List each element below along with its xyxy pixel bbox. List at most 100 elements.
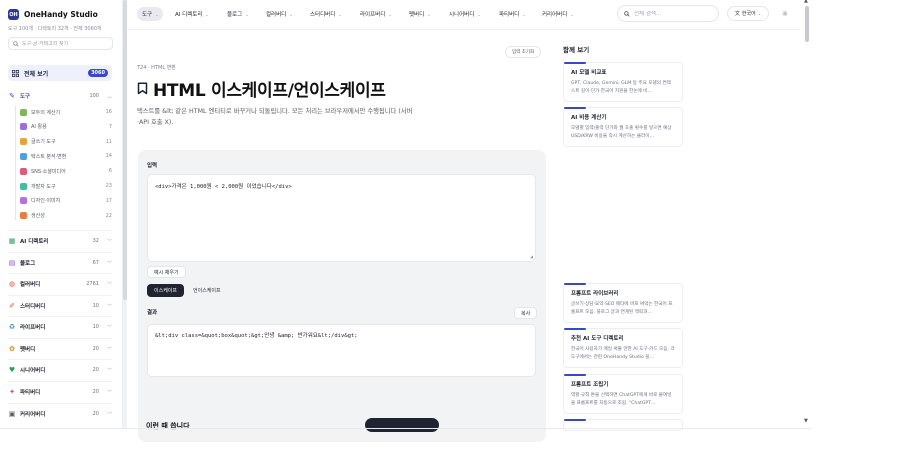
escape-mode-button[interactable]: 이스케이프 (147, 284, 185, 297)
related-card[interactable]: AI 모델 비교표 GPT, Claude, Gemini, GLM 등 주요 모… (563, 62, 683, 102)
card-description: 모델별 입력/출력 단가와 월 호출 횟수를 넣으면 예상 USD/KRW 비용… (571, 126, 672, 139)
sidebar-search[interactable] (8, 37, 113, 50)
nav-item-4[interactable]: 스터디버디 ⌄ (305, 7, 347, 21)
bookmark-icon[interactable] (137, 82, 148, 95)
brand[interactable]: OH OneHandy Studio (8, 9, 98, 20)
usage-section: 이런 때 씁니다 (138, 412, 546, 442)
sidebar-subitem-count: 11 (105, 138, 112, 145)
nav-item-label: 블로그 (227, 12, 243, 18)
sidebar-category-9[interactable]: ▣ 커리어버디 20 ﹀ (8, 408, 112, 420)
chevron-down-icon[interactable]: ﹀ (107, 389, 112, 396)
chevron-down-icon[interactable]: ﹀ (107, 260, 112, 267)
heart-icon: ♥ (8, 366, 16, 374)
sidebar-subitem-0[interactable]: 모두의 계산기 16 (20, 106, 112, 118)
nav-item-9[interactable]: 커리어버디 ⌄ (537, 7, 579, 21)
sidebar-category-1[interactable]: ▦ AI 디렉토리 32 ﹀ (8, 235, 112, 247)
global-search-input[interactable] (634, 10, 714, 17)
chevron-down-icon[interactable]: ﹀ (107, 303, 112, 310)
scroll-down-arrow-icon[interactable]: ▼ (804, 418, 808, 424)
chevron-down-icon: ⌄ (427, 11, 431, 17)
sidebar-category-4[interactable]: ✐ 스터디버디 10 ﹀ (8, 300, 112, 312)
sidebar-category-count: 2761 (86, 281, 99, 287)
chevron-up-icon[interactable]: ︿ (107, 93, 112, 100)
tool-panel: 입력 <div>가격은 1,000원 < 2,000원 이었습니다</div> ◢… (138, 150, 546, 427)
sidebar-category-label: 커리어버디 (20, 412, 46, 418)
sidebar-subitem-count: 22 (105, 212, 112, 219)
related-card-partial[interactable] (563, 419, 683, 431)
nav-item-6[interactable]: 펫버디 ⌄ (404, 7, 436, 21)
usage-section-title: 이런 때 씁니다 (146, 422, 190, 430)
sidebar-category-3[interactable]: ◍ 컬러버디 2761 ﹀ (8, 278, 112, 290)
search-icon (624, 10, 630, 17)
sidebar-subitem-2[interactable]: 글쓰기 도구 11 (20, 136, 112, 148)
copy-button[interactable]: 복사 (514, 307, 538, 319)
reset-input-button[interactable]: 입력 초기화 (505, 46, 542, 58)
chevron-down-icon[interactable]: ﹀ (107, 238, 112, 245)
sidebar-category-label: 시니어버디 (20, 368, 46, 374)
sidebar-scrollbar-thumb[interactable] (123, 0, 127, 300)
related-card[interactable]: AI 비용 계산기 모델별 입력/출력 단가와 월 호출 횟수를 넣으면 예상 U… (563, 107, 683, 147)
sidebar-category-2[interactable]: ▤ 블로그 67 ﹀ (8, 257, 112, 269)
card-accent-bar (564, 328, 586, 330)
sidebar-category-6[interactable]: ✿ 펫버디 20 ﹀ (8, 343, 112, 355)
sidebar-subitem-label: 디자인·이미지 (31, 198, 61, 205)
sidebar-subitem-4[interactable]: SNS·소셜미디어 6 (20, 165, 112, 177)
page-scrollbar[interactable]: ▲ ▼ (803, 0, 811, 428)
chevron-down-icon[interactable]: ﹀ (107, 346, 112, 353)
global-search[interactable] (617, 5, 719, 22)
category-color-icon (20, 138, 27, 146)
input-label: 입력 (147, 163, 158, 169)
nav-item-5[interactable]: 라이프버디 ⌄ (355, 7, 397, 21)
sidebar-subitem-7[interactable]: 생산성 22 (20, 210, 112, 222)
nav-item-8[interactable]: 파티버디 ⌄ (494, 7, 531, 21)
chevron-down-icon[interactable]: ﹀ (107, 411, 112, 418)
related-card[interactable]: 프롬프트 라이브러리글쓰기·상담·요약·SEO 메타에 바로 써먹는 한국어 프… (563, 283, 683, 323)
theme-toggle-sun-icon[interactable]: ☼ (778, 7, 792, 21)
chevron-down-icon: ⌄ (289, 11, 293, 17)
sidebar-subitem-5[interactable]: 개발자 도구 23 (20, 180, 112, 192)
card-title: 프롬프트 라이브러리 (571, 291, 619, 297)
sidebar-subitem-6[interactable]: 디자인·이미지 17 (20, 195, 112, 207)
nav-item-2[interactable]: 블로그 ⌄ (222, 7, 254, 21)
sidebar-subitem-1[interactable]: AI 활용 7 (20, 121, 112, 133)
sidebar-category-count: 20 (92, 367, 99, 373)
related-card[interactable]: 추천 AI 도구 디렉토리 한국어 사용자가 매일 써볼 만한 AI 도구·카드 … (563, 328, 683, 368)
category-color-icon (20, 123, 27, 131)
result-output[interactable]: &lt;div class=&quot;box&quot;&gt;안녕 &amp… (147, 324, 536, 377)
sidebar-category-7[interactable]: ♥ 시니어버디 20 ﹀ (8, 364, 112, 376)
nav-item-label: 도구 (142, 12, 153, 18)
card-description: 글쓰기·상담·요약·SEO 메타에 바로 써먹는 한국어 프롬프트 모음. 블로… (571, 302, 673, 315)
chevron-down-icon[interactable]: ﹀ (107, 324, 112, 331)
nav-item-7[interactable]: 시니어버디 ⌄ (444, 7, 486, 21)
nav-item-3[interactable]: 컬러버디 ⌄ (261, 7, 298, 21)
sidebar-category-0[interactable]: ✎ 도구 100 ︿ (8, 90, 112, 102)
related-column: 함께 보기 AI 모델 비교표 GPT, Claude, Gemini, GLM … (563, 30, 685, 431)
nav-item-1[interactable]: AI 디렉토리 ⌄ (170, 7, 214, 21)
sidebar-scrollbar[interactable] (123, 0, 127, 428)
sidebar-search-input[interactable] (22, 40, 112, 47)
related-card[interactable]: 프롬프트 조립기 역할·규칙·톤을 선택하면 ChatGPT에게 바로 붙여넣을 … (563, 374, 683, 414)
chevron-down-icon[interactable]: ﹀ (107, 367, 112, 374)
life-icon: ♻ (8, 323, 16, 331)
brand-name: OneHandy Studio (24, 10, 98, 19)
unescape-mode-button[interactable]: 언이스케이프 (186, 284, 228, 297)
all-view-item[interactable]: 전체 보기 3060 (8, 65, 112, 81)
page-scrollbar-thumb[interactable] (805, 6, 809, 42)
sidebar-category-5[interactable]: ♻ 라이프버디 10 ﹀ (8, 321, 112, 333)
category-color-icon (20, 152, 27, 160)
floating-pill[interactable] (365, 418, 439, 432)
sidebar: OH OneHandy Studio 도구 100개 · 디렉토리 32개 · … (0, 0, 123, 428)
category-color-icon (20, 182, 27, 190)
language-select[interactable]: 文 한국어 ⌄ (727, 6, 769, 21)
chevron-down-icon: ⌄ (757, 11, 762, 16)
grid-icon: ▦ (8, 237, 16, 245)
scroll-up-arrow-icon[interactable]: ▲ (804, 0, 808, 4)
fill-sample-button[interactable]: 예시 채우기 (147, 266, 186, 278)
input-textarea[interactable]: <div>가격은 1,000원 < 2,000원 이었습니다</div> ◢ (147, 174, 536, 262)
sidebar-subitem-3[interactable]: 텍스트 분석·변환 14 (20, 150, 112, 162)
chevron-down-icon[interactable]: ﹀ (107, 281, 112, 288)
sidebar-category-8[interactable]: ✦ 파티버디 20 ﹀ (8, 386, 112, 398)
result-text: &lt;div class=&quot;box&quot;&gt;안녕 &amp… (155, 333, 358, 339)
resize-handle-icon[interactable]: ◢ (530, 254, 533, 260)
nav-item-0[interactable]: 도구 ⌄ (137, 7, 164, 21)
